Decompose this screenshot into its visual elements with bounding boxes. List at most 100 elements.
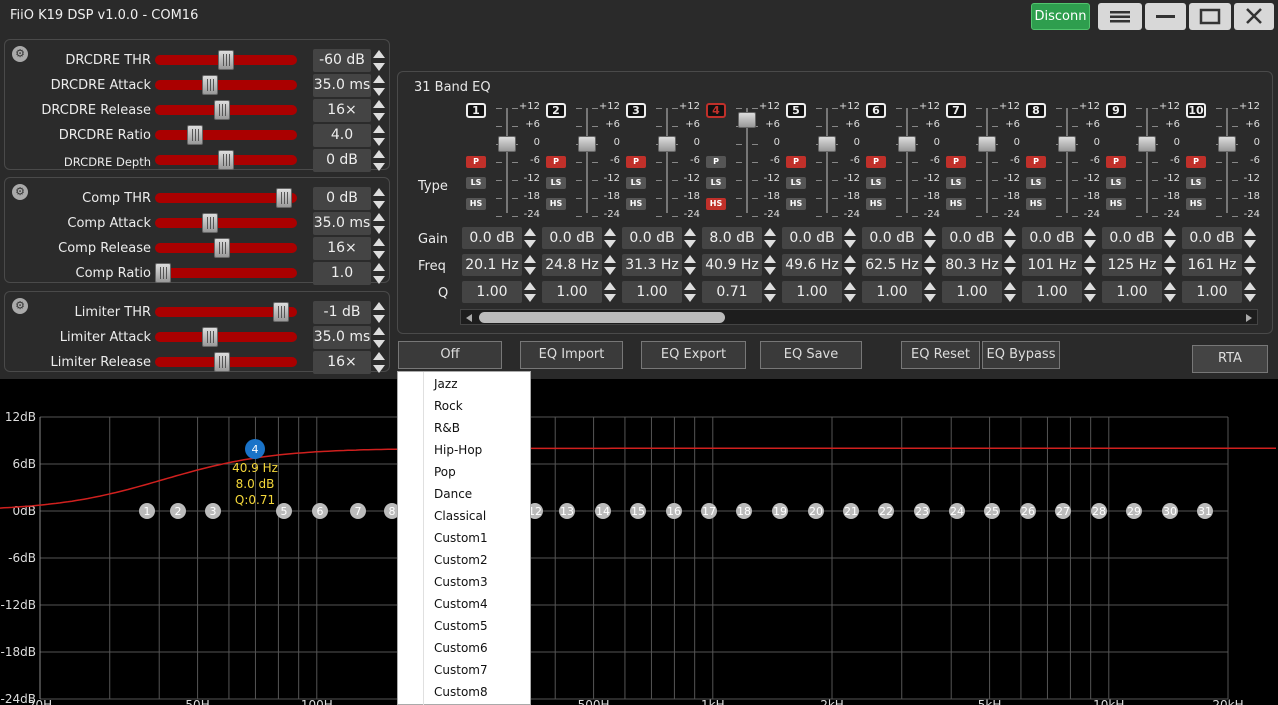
band-q-spinner[interactable] [1244, 281, 1256, 303]
minimize-button[interactable] [1145, 3, 1186, 30]
gain-fader-track[interactable] [906, 108, 908, 213]
band-gain-field[interactable]: 0.0 dB [1022, 227, 1082, 249]
preset-option[interactable]: Custom3 [434, 575, 488, 589]
band-freq-spinner[interactable] [1164, 254, 1176, 276]
filter-type-hs-button[interactable]: HS [546, 198, 566, 210]
gain-fader-track[interactable] [1226, 108, 1228, 213]
band-q-spinner[interactable] [924, 281, 936, 303]
param-slider[interactable] [155, 50, 297, 70]
band-freq-spinner[interactable] [764, 254, 776, 276]
band-freq-spinner[interactable] [924, 254, 936, 276]
band-number[interactable]: 9 [1106, 103, 1126, 118]
preset-option[interactable]: Hip-Hop [434, 443, 482, 457]
slider-thumb[interactable] [155, 263, 171, 283]
param-slider[interactable] [155, 263, 297, 283]
slider-thumb[interactable] [201, 327, 218, 347]
band-gain-spinner[interactable] [684, 227, 696, 249]
band-q-field[interactable]: 1.00 [622, 281, 682, 303]
scrollbar-thumb[interactable] [479, 312, 725, 323]
band-number[interactable]: 10 [1186, 103, 1206, 118]
gain-fader-thumb[interactable] [738, 112, 756, 128]
preset-option[interactable]: Custom5 [434, 619, 488, 633]
band-gain-spinner[interactable] [844, 227, 856, 249]
filter-type-p-button[interactable]: P [466, 156, 486, 168]
param-slider[interactable] [155, 188, 297, 208]
filter-type-hs-button[interactable]: HS [466, 198, 486, 210]
band-freq-field[interactable]: 49.6 Hz [782, 254, 842, 276]
eq-horizontal-scrollbar[interactable] [460, 309, 1258, 325]
param-value[interactable]: 0 dB [313, 149, 371, 172]
band-freq-field[interactable]: 20.1 Hz [462, 254, 522, 276]
scroll-left-icon[interactable] [464, 313, 474, 323]
band-gain-spinner[interactable] [924, 227, 936, 249]
band-q-spinner[interactable] [524, 281, 536, 303]
filter-type-ls-button[interactable]: LS [1106, 177, 1126, 189]
param-value[interactable]: 16× [313, 99, 371, 122]
filter-type-ls-button[interactable]: LS [466, 177, 486, 189]
band-number[interactable]: 8 [1026, 103, 1046, 118]
eq-import-button[interactable]: EQ Import [520, 341, 623, 369]
band-q-field[interactable]: 1.00 [1102, 281, 1162, 303]
filter-type-ls-button[interactable]: LS [626, 177, 646, 189]
preset-option[interactable]: Custom6 [434, 641, 488, 655]
slider-thumb[interactable] [214, 352, 231, 372]
band-q-field[interactable]: 1.00 [782, 281, 842, 303]
gain-fader-track[interactable] [1066, 108, 1068, 213]
band-gain-spinner[interactable] [524, 227, 536, 249]
param-spinner[interactable] [373, 74, 385, 97]
filter-type-ls-button[interactable]: LS [1026, 177, 1046, 189]
param-spinner[interactable] [373, 351, 385, 374]
param-value[interactable]: 35.0 ms [313, 74, 371, 97]
band-q-spinner[interactable] [604, 281, 616, 303]
param-value[interactable]: 0 dB [313, 187, 371, 210]
filter-type-ls-button[interactable]: LS [946, 177, 966, 189]
band-freq-field[interactable]: 40.9 Hz [702, 254, 762, 276]
band-q-field[interactable]: 0.71 [702, 281, 762, 303]
slider-thumb[interactable] [214, 238, 231, 258]
eq-export-button[interactable]: EQ Export [641, 341, 746, 369]
param-slider[interactable] [155, 327, 297, 347]
param-slider[interactable] [155, 352, 297, 372]
band-gain-field[interactable]: 0.0 dB [782, 227, 842, 249]
preset-option[interactable]: Dance [434, 487, 472, 501]
filter-type-hs-button[interactable]: HS [946, 198, 966, 210]
param-value[interactable]: 4.0 [313, 124, 371, 147]
param-spinner[interactable] [373, 49, 385, 72]
disconnect-button[interactable]: Disconn [1031, 3, 1090, 30]
rta-button[interactable]: RTA [1192, 345, 1268, 373]
preset-select[interactable]: Off [398, 341, 502, 369]
slider-thumb[interactable] [218, 150, 234, 170]
preset-option[interactable]: R&B [434, 421, 460, 435]
param-value[interactable]: 1.0 [313, 262, 371, 285]
preset-option[interactable]: Pop [434, 465, 456, 479]
link-icon[interactable]: ⚙ [12, 298, 28, 314]
param-slider[interactable] [155, 213, 297, 233]
gain-fader-thumb[interactable] [1218, 136, 1236, 152]
param-spinner[interactable] [373, 187, 385, 210]
param-spinner[interactable] [373, 99, 385, 122]
menu-button[interactable] [1098, 3, 1142, 30]
filter-type-p-button[interactable]: P [626, 156, 646, 168]
param-value[interactable]: 35.0 ms [313, 212, 371, 235]
gain-fader-track[interactable] [586, 108, 588, 213]
band-freq-spinner[interactable] [1244, 254, 1256, 276]
band-q-field[interactable]: 1.00 [542, 281, 602, 303]
band-freq-field[interactable]: 101 Hz [1022, 254, 1082, 276]
preset-option[interactable]: Classical [434, 509, 486, 523]
band-freq-spinner[interactable] [844, 254, 856, 276]
band-q-spinner[interactable] [1164, 281, 1176, 303]
filter-type-p-button[interactable]: P [1026, 156, 1046, 168]
slider-thumb[interactable] [214, 100, 231, 120]
filter-type-hs-button[interactable]: HS [1186, 198, 1206, 210]
band-freq-field[interactable]: 161 Hz [1182, 254, 1242, 276]
eq-save-button[interactable]: EQ Save [760, 341, 862, 369]
band-gain-field[interactable]: 8.0 dB [702, 227, 762, 249]
band-gain-field[interactable]: 0.0 dB [462, 227, 522, 249]
gain-fader-track[interactable] [986, 108, 988, 213]
band-freq-field[interactable]: 62.5 Hz [862, 254, 922, 276]
gain-fader-thumb[interactable] [498, 136, 516, 152]
band-gain-spinner[interactable] [1164, 227, 1176, 249]
param-spinner[interactable] [373, 149, 385, 172]
filter-type-hs-button[interactable]: HS [866, 198, 886, 210]
slider-thumb[interactable] [275, 188, 292, 208]
